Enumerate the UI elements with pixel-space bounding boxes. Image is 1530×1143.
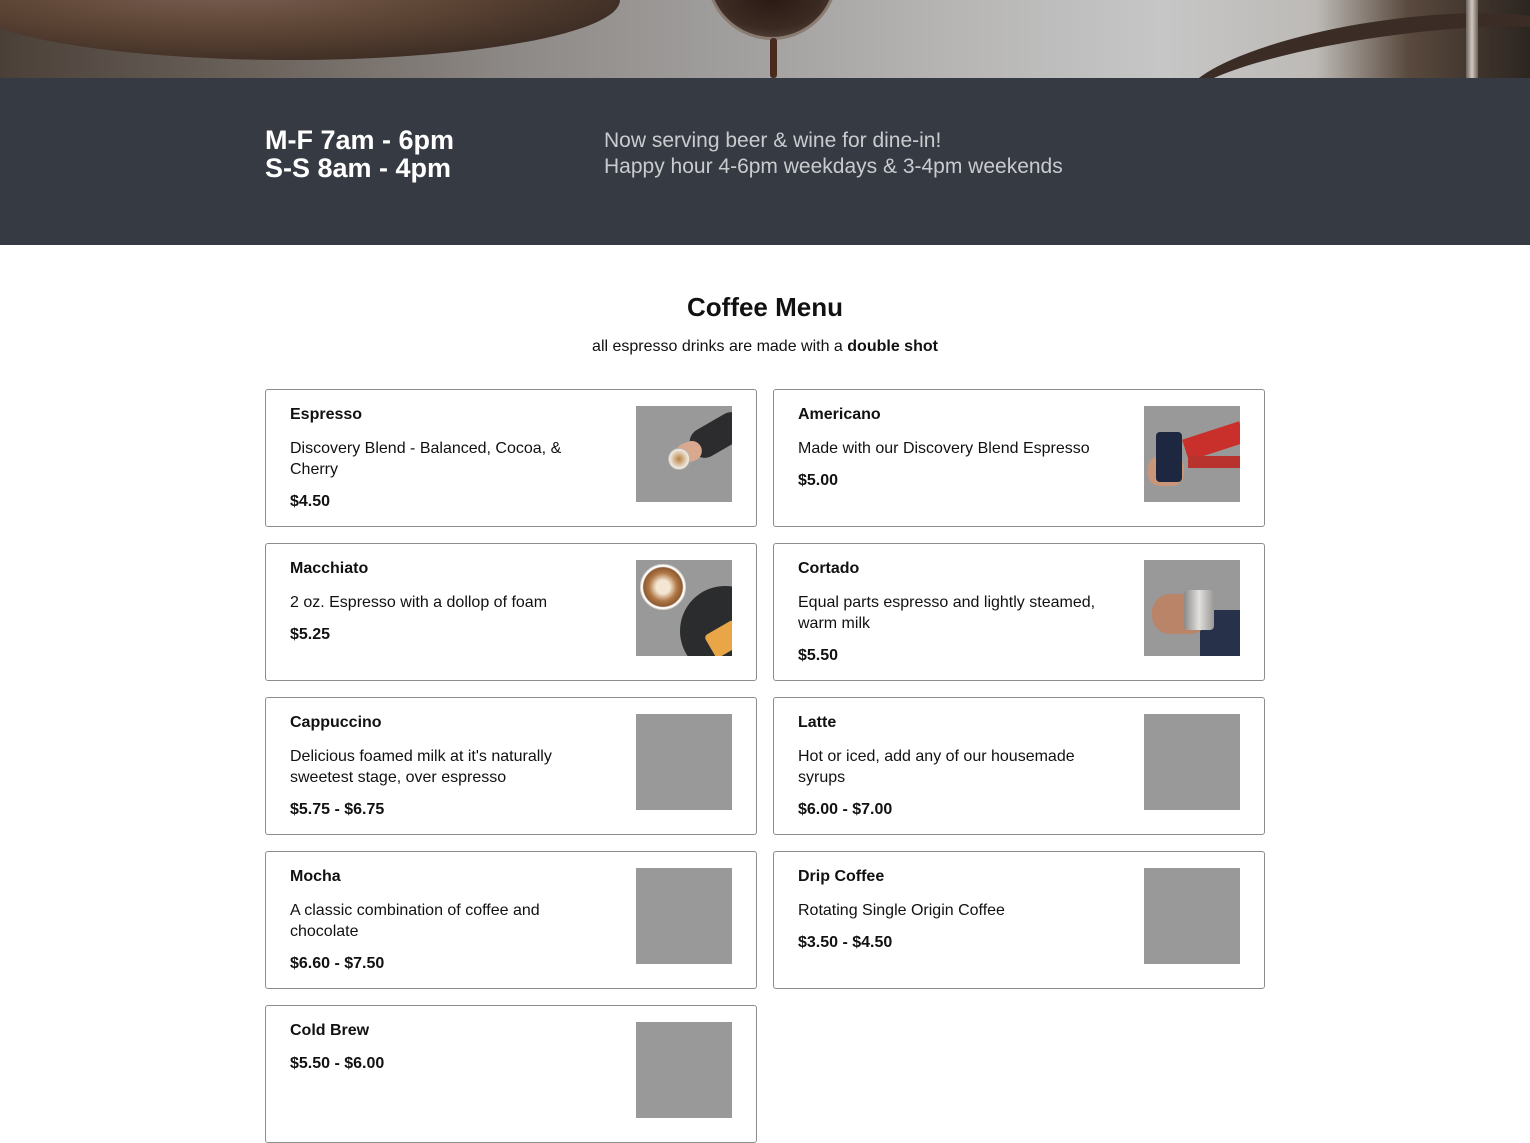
- menu-grid: Espresso Discovery Blend - Balanced, Coc…: [265, 389, 1265, 1143]
- menu-item-description: 2 oz. Espresso with a dollop of foam: [290, 594, 548, 611]
- menu-item-price: $5.00: [798, 472, 839, 489]
- menu-item-text: Cold Brew $5.50 - $6.00: [290, 1022, 610, 1074]
- menu-item-photo: [636, 406, 732, 502]
- menu-item-name: Macchiato: [290, 560, 369, 577]
- menu-item-description: Made with our Discovery Blend Espresso: [798, 440, 1090, 457]
- menu-item-name: Mocha: [290, 868, 341, 885]
- menu-item-photo-placeholder: [1144, 714, 1240, 810]
- menu-item-text: Drip Coffee Rotating Single Origin Coffe…: [798, 868, 1118, 953]
- menu-item-name: Latte: [798, 714, 837, 731]
- menu-item-photo-placeholder: [636, 1022, 732, 1118]
- menu-item-description: Hot or iced, add any of our housemade sy…: [798, 748, 1075, 786]
- menu-item-text: Latte Hot or iced, add any of our housem…: [798, 714, 1118, 820]
- menu-item-photo-placeholder: [1144, 868, 1240, 964]
- menu-item-price: $5.25: [290, 626, 331, 643]
- menu-item-description: Equal parts espresso and lightly steamed…: [798, 594, 1096, 632]
- menu-item-description: Delicious foamed milk at it's naturally …: [290, 748, 552, 786]
- menu-item-name: Cortado: [798, 560, 860, 577]
- menu-item-price: $3.50 - $4.50: [798, 934, 893, 951]
- hero-steam-wand: [1466, 0, 1478, 78]
- menu-item-text: Espresso Discovery Blend - Balanced, Coc…: [290, 406, 610, 512]
- menu-item-drip-coffee[interactable]: Drip Coffee Rotating Single Origin Coffe…: [773, 851, 1265, 989]
- menu-subtitle-emphasis: double shot: [847, 338, 938, 355]
- menu-item-mocha[interactable]: Mocha A classic combination of coffee an…: [265, 851, 757, 989]
- hero-image: [0, 0, 1530, 78]
- weekend-hours: S-S 8am - 4pm: [265, 153, 452, 183]
- hero-espresso-stream: [770, 38, 777, 78]
- menu-item-description: Rotating Single Origin Coffee: [798, 902, 1005, 919]
- menu-item-name: Americano: [798, 406, 881, 423]
- announcement-line-2: Happy hour 4-6pm weekdays & 3-4pm weeken…: [604, 155, 1063, 178]
- menu-item-text: Americano Made with our Discovery Blend …: [798, 406, 1118, 491]
- menu-item-americano[interactable]: Americano Made with our Discovery Blend …: [773, 389, 1265, 527]
- menu-item-price: $6.60 - $7.50: [290, 955, 385, 972]
- menu-item-macchiato[interactable]: Macchiato 2 oz. Espresso with a dollop o…: [265, 543, 757, 681]
- menu-item-cappuccino[interactable]: Cappuccino Delicious foamed milk at it's…: [265, 697, 757, 835]
- hero-espresso-cup: [706, 0, 838, 40]
- menu-item-price: $4.50: [290, 493, 331, 510]
- menu-item-espresso[interactable]: Espresso Discovery Blend - Balanced, Coc…: [265, 389, 757, 527]
- weekday-hours: M-F 7am - 6pm: [265, 125, 455, 155]
- menu-item-text: Mocha A classic combination of coffee an…: [290, 868, 610, 974]
- announcement-line-1: Now serving beer & wine for dine-in!: [604, 129, 942, 152]
- menu-item-cortado[interactable]: Cortado Equal parts espresso and lightly…: [773, 543, 1265, 681]
- menu-item-price: $6.00 - $7.00: [798, 801, 893, 818]
- opening-hours: M-F 7am - 6pm S-S 8am - 4pm: [265, 126, 454, 182]
- menu-item-name: Cold Brew: [290, 1022, 370, 1039]
- menu-item-cold-brew[interactable]: Cold Brew $5.50 - $6.00: [265, 1005, 757, 1143]
- menu-subtitle: all espresso drinks are made with a doub…: [0, 337, 1530, 357]
- menu-item-photo-placeholder: [636, 868, 732, 964]
- menu-item-price: $5.50: [798, 647, 839, 664]
- menu-item-name: Espresso: [290, 406, 363, 423]
- menu-subtitle-text: all espresso drinks are made with a: [592, 338, 848, 355]
- menu-item-photo-placeholder: [636, 714, 732, 810]
- announcement: Now serving beer & wine for dine-in! Hap…: [604, 128, 1063, 180]
- menu-item-name: Drip Coffee: [798, 868, 885, 885]
- hero-hand: [0, 0, 620, 60]
- menu-item-text: Macchiato 2 oz. Espresso with a dollop o…: [290, 560, 610, 645]
- menu-item-latte[interactable]: Latte Hot or iced, add any of our housem…: [773, 697, 1265, 835]
- menu-item-text: Cortado Equal parts espresso and lightly…: [798, 560, 1118, 666]
- menu-item-photo: [1144, 560, 1240, 656]
- menu-item-price: $5.50 - $6.00: [290, 1055, 385, 1072]
- menu-item-name: Cappuccino: [290, 714, 382, 731]
- menu-item-photo: [1144, 406, 1240, 502]
- hours-banner: M-F 7am - 6pm S-S 8am - 4pm Now serving …: [0, 78, 1530, 245]
- menu-item-description: Discovery Blend - Balanced, Cocoa, & Che…: [290, 440, 562, 478]
- menu-item-photo: [636, 560, 732, 656]
- menu-item-text: Cappuccino Delicious foamed milk at it's…: [290, 714, 610, 820]
- menu-item-description: A classic combination of coffee and choc…: [290, 902, 540, 940]
- menu-item-price: $5.75 - $6.75: [290, 801, 385, 818]
- menu-title: Coffee Menu: [687, 292, 843, 322]
